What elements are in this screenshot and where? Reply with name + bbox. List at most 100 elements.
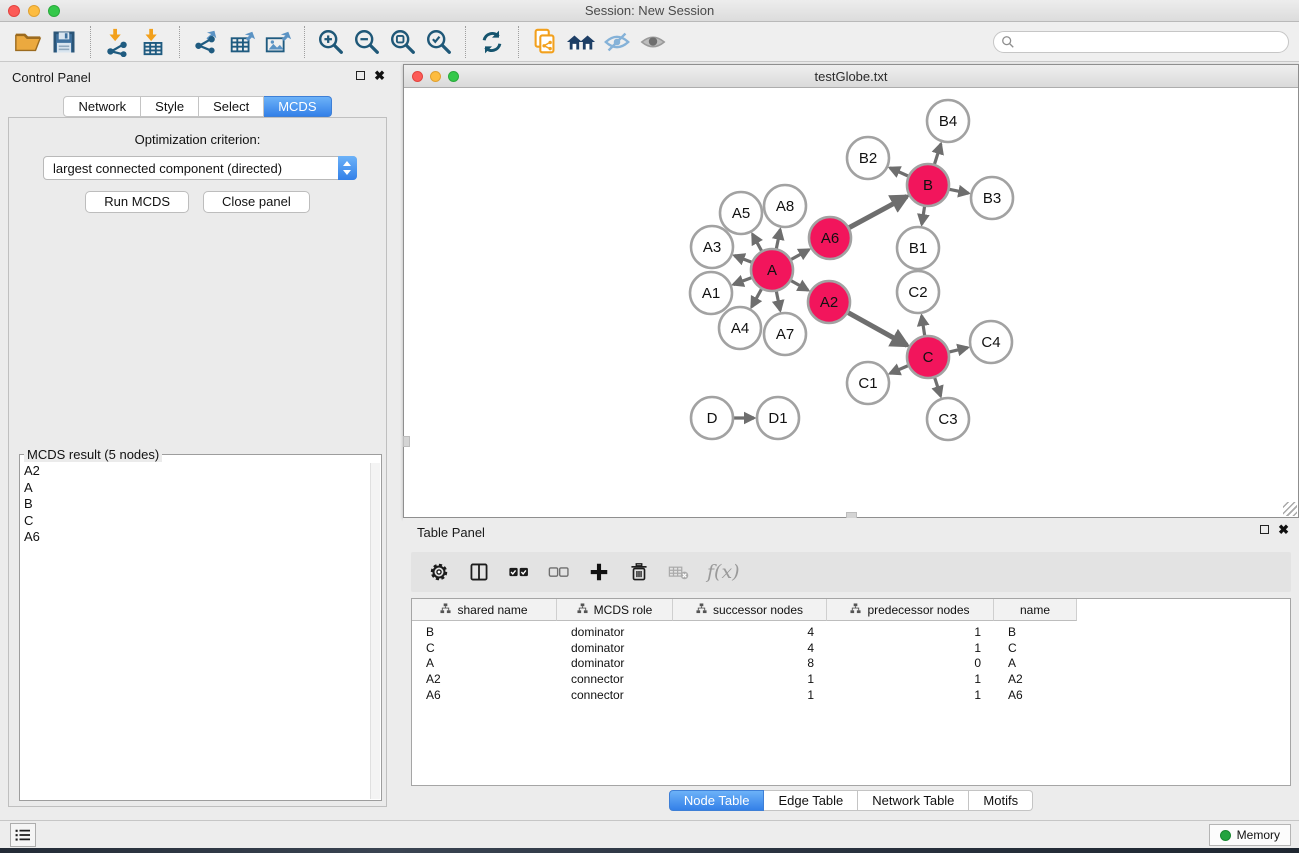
edge-A-A1[interactable] (733, 277, 752, 284)
export-table-icon[interactable] (224, 26, 260, 58)
mcds-result-item[interactable]: C (21, 513, 370, 530)
edge-B-B2[interactable] (890, 168, 909, 177)
cell-MCDS-role[interactable]: dominator (557, 625, 673, 639)
tab-mcds[interactable]: MCDS (264, 96, 331, 117)
close-panel-icon[interactable]: ✖ (374, 71, 385, 80)
zoom-out-icon[interactable] (349, 26, 385, 58)
cell-predecessor-nodes[interactable]: 1 (827, 641, 994, 655)
export-network-icon[interactable] (188, 26, 224, 58)
cell-predecessor-nodes[interactable]: 1 (827, 688, 994, 702)
cell-successor-nodes[interactable]: 1 (673, 672, 827, 686)
table-row[interactable]: A2connector11A2 (412, 671, 1290, 687)
mcds-list-scrollbar[interactable] (370, 463, 380, 799)
table-row[interactable]: A6connector11A6 (412, 687, 1290, 703)
table-row[interactable]: Cdominator41C (412, 640, 1290, 656)
column-header-predecessor-nodes[interactable]: predecessor nodes (827, 599, 994, 621)
network-window-titlebar[interactable]: testGlobe.txt (404, 65, 1298, 88)
home-network-icon[interactable] (563, 26, 599, 58)
cell-shared-name[interactable]: C (412, 641, 557, 655)
tab-motifs[interactable]: Motifs (969, 790, 1033, 811)
cell-name[interactable]: A2 (994, 672, 1077, 686)
cell-shared-name[interactable]: A2 (412, 672, 557, 686)
cell-successor-nodes[interactable]: 4 (673, 641, 827, 655)
cell-MCDS-role[interactable]: dominator (557, 656, 673, 670)
edge-C-C1[interactable] (890, 365, 909, 373)
tab-node-table[interactable]: Node Table (669, 790, 765, 811)
task-history-button[interactable] (10, 823, 36, 847)
network-canvas[interactable]: B4B2BB3A8A5A6A3B1AC2A1A2A4A7C4CC1DD1C3 (405, 89, 1297, 516)
edge-A-A5[interactable] (752, 234, 762, 251)
mcds-result-list[interactable]: A2ABCA6 (21, 463, 370, 799)
criterion-select[interactable]: largest connected component (directed) (43, 156, 357, 180)
cell-predecessor-nodes[interactable]: 1 (827, 625, 994, 639)
cell-predecessor-nodes[interactable]: 0 (827, 656, 994, 670)
edge-A2-C[interactable] (847, 312, 907, 345)
tab-style[interactable]: Style (141, 96, 199, 117)
cell-successor-nodes[interactable]: 4 (673, 625, 827, 639)
column-header-shared-name[interactable]: shared name (412, 599, 557, 621)
cell-MCDS-role[interactable]: connector (557, 672, 673, 686)
zoom-in-icon[interactable] (313, 26, 349, 58)
close-panel-button[interactable]: Close panel (203, 191, 310, 213)
float-table-panel-icon[interactable] (1260, 525, 1269, 534)
edge-A-A3[interactable] (734, 256, 752, 263)
function-builder-icon[interactable]: f(x) (707, 561, 740, 583)
save-session-icon[interactable] (46, 26, 82, 58)
mcds-result-item[interactable]: A6 (21, 529, 370, 546)
column-header-name[interactable]: name (994, 599, 1077, 621)
cell-shared-name[interactable]: B (412, 625, 557, 639)
mcds-result-item[interactable]: A (21, 480, 370, 497)
cell-name[interactable]: A6 (994, 688, 1077, 702)
edge-A-A2[interactable] (790, 280, 808, 290)
hide-selected-icon[interactable] (599, 26, 635, 58)
mcds-result-item[interactable]: A2 (21, 463, 370, 480)
show-hidden-icon[interactable] (635, 26, 671, 58)
edge-B-B4[interactable] (934, 144, 941, 165)
cell-successor-nodes[interactable]: 1 (673, 688, 827, 702)
cell-successor-nodes[interactable]: 8 (673, 656, 827, 670)
edge-B-B1[interactable] (922, 206, 925, 225)
cell-shared-name[interactable]: A6 (412, 688, 557, 702)
tab-network[interactable]: Network (63, 96, 141, 117)
split-panel-icon[interactable] (467, 560, 491, 584)
zoom-selected-icon[interactable] (421, 26, 457, 58)
clone-network-icon[interactable] (527, 26, 563, 58)
open-file-icon[interactable] (10, 26, 46, 58)
float-panel-icon[interactable] (356, 71, 365, 80)
resize-grip[interactable] (1283, 502, 1297, 516)
cell-MCDS-role[interactable]: dominator (557, 641, 673, 655)
edge-A-A4[interactable] (752, 288, 762, 307)
column-header-successor-nodes[interactable]: successor nodes (673, 599, 827, 621)
tab-network-table[interactable]: Network Table (858, 790, 969, 811)
cell-shared-name[interactable]: A (412, 656, 557, 670)
import-network-icon[interactable] (99, 26, 135, 58)
add-row-icon[interactable] (587, 560, 611, 584)
edge-B-B3[interactable] (949, 189, 969, 193)
left-edge-handle[interactable] (403, 436, 410, 447)
edge-C-C3[interactable] (934, 377, 940, 396)
node-table[interactable]: shared nameMCDS rolesuccessor nodesprede… (411, 598, 1291, 786)
column-header-MCDS-role[interactable]: MCDS role (557, 599, 673, 621)
mcds-result-item[interactable]: B (21, 496, 370, 513)
cell-name[interactable]: A (994, 656, 1077, 670)
run-mcds-button[interactable]: Run MCDS (85, 191, 189, 213)
table-settings-icon[interactable] (427, 560, 451, 584)
memory-button[interactable]: Memory (1209, 824, 1291, 846)
delete-row-icon[interactable] (627, 560, 651, 584)
refresh-view-icon[interactable] (474, 26, 510, 58)
edge-A-A8[interactable] (776, 230, 780, 250)
delete-table-icon[interactable] (667, 560, 691, 584)
tab-edge-table[interactable]: Edge Table (764, 790, 858, 811)
close-table-panel-icon[interactable]: ✖ (1278, 525, 1289, 534)
export-image-icon[interactable] (260, 26, 296, 58)
table-row[interactable]: Bdominator41B (412, 624, 1290, 640)
cell-name[interactable]: B (994, 625, 1077, 639)
cell-MCDS-role[interactable]: connector (557, 688, 673, 702)
deselect-all-icon[interactable] (547, 560, 571, 584)
edge-C-C4[interactable] (948, 348, 967, 353)
select-all-icon[interactable] (507, 560, 531, 584)
zoom-fit-icon[interactable] (385, 26, 421, 58)
edge-C-C2[interactable] (922, 316, 925, 337)
cell-predecessor-nodes[interactable]: 1 (827, 672, 994, 686)
table-row[interactable]: Adominator80A (412, 655, 1290, 671)
